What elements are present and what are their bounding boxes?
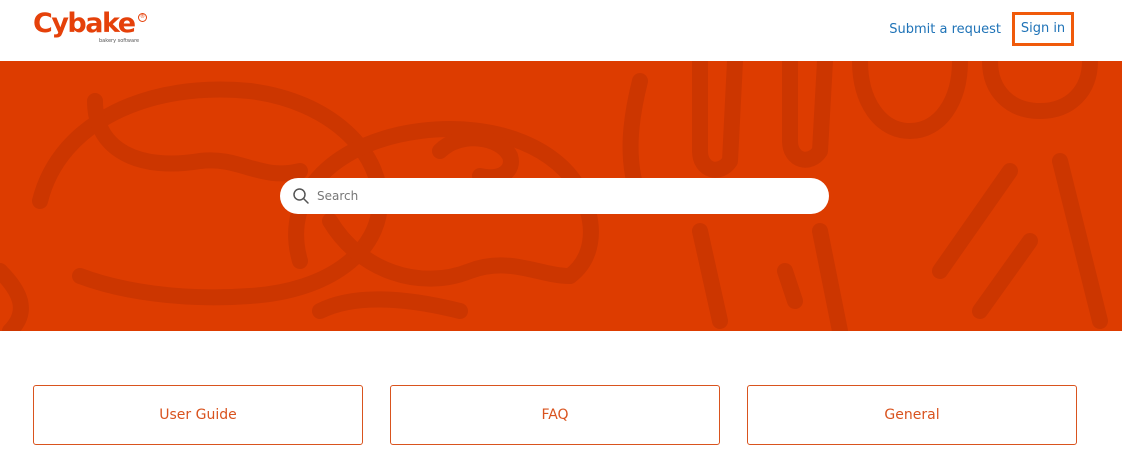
- logo-registered-mark: ®: [138, 13, 147, 22]
- logo-tagline: bakery software: [99, 38, 140, 44]
- category-label: FAQ: [541, 407, 569, 423]
- search-icon: [293, 188, 309, 204]
- submit-request-link[interactable]: Submit a request: [889, 22, 1001, 37]
- category-general[interactable]: General: [747, 385, 1077, 445]
- category-label: General: [884, 407, 940, 423]
- search-bar[interactable]: [280, 178, 829, 214]
- cybake-logo[interactable]: Cybake ® bakery software: [33, 8, 148, 46]
- search-input[interactable]: [317, 178, 807, 214]
- category-list: User Guide FAQ General: [0, 385, 1122, 445]
- hero-banner: [0, 61, 1122, 331]
- category-user-guide[interactable]: User Guide: [33, 385, 363, 445]
- site-header: Cybake ® bakery software Submit a reques…: [0, 0, 1122, 61]
- logo-wordmark: Cybake: [33, 8, 136, 39]
- header-nav: Submit a request Sign in: [889, 12, 1074, 46]
- category-faq[interactable]: FAQ: [390, 385, 720, 445]
- sign-in-button[interactable]: Sign in: [1012, 12, 1074, 46]
- category-label: User Guide: [159, 407, 237, 423]
